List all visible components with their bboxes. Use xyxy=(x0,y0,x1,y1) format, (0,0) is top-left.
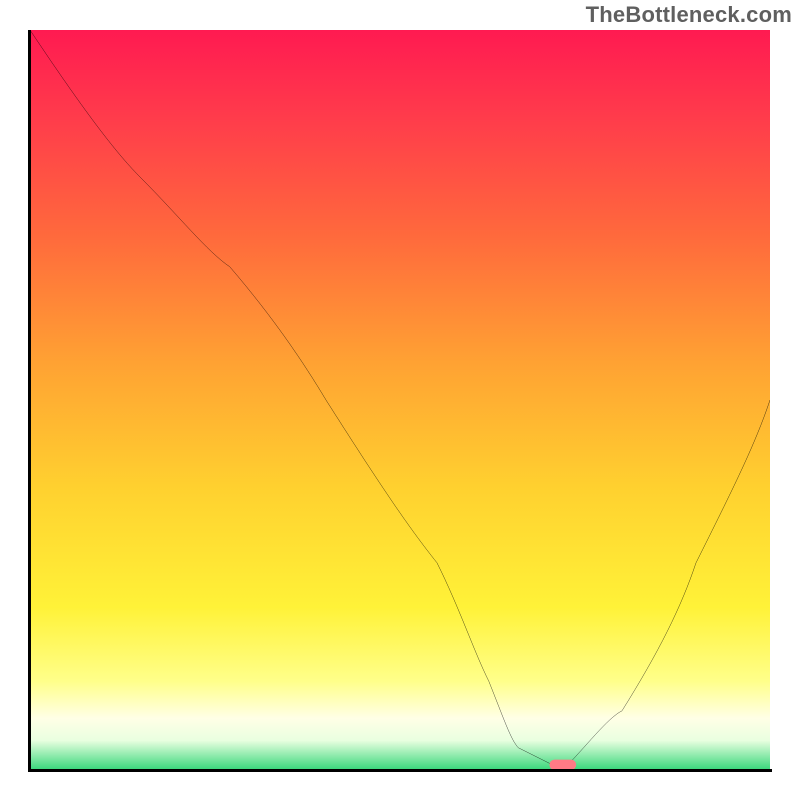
curve-layer xyxy=(30,30,770,770)
bottleneck-curve xyxy=(30,30,770,770)
y-axis xyxy=(28,30,31,772)
bottleneck-chart: TheBottleneck.com xyxy=(0,0,800,800)
watermark-text: TheBottleneck.com xyxy=(586,2,792,28)
x-axis xyxy=(28,769,772,772)
